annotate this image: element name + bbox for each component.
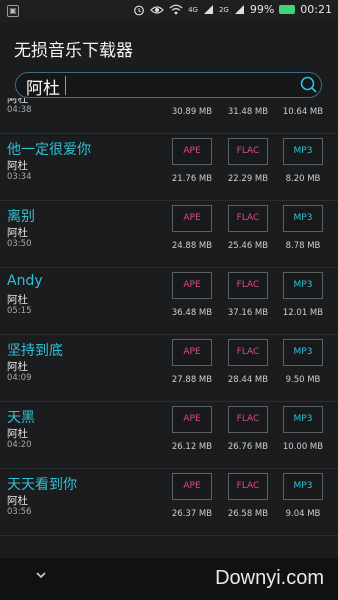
mp3-download-button[interactable]: MP3	[283, 339, 323, 366]
ape-download-button[interactable]: APE	[172, 406, 212, 433]
mp3-file-size: 8.78 MB	[285, 241, 321, 251]
ape-file-size: 36.48 MB	[171, 308, 213, 318]
flac-download-button[interactable]: FLAC	[228, 339, 268, 366]
flac-download-button[interactable]: FLAC	[228, 205, 268, 232]
mp3-file-size: 12.01 MB	[282, 308, 324, 318]
flac-download-button[interactable]: FLAC	[228, 406, 268, 433]
song-row[interactable]: 离别阿杜 03:50 APE 24.88 MB FLAC 25.46 MB MP3 8.78 …	[0, 201, 338, 268]
mp3-file-size: 8.20 MB	[285, 174, 321, 184]
mp3-download-button[interactable]: MP3	[283, 205, 323, 232]
song-artist: 阿杜	[7, 294, 28, 306]
ape-file-size: 26.37 MB	[171, 509, 213, 519]
app-title: 无损音乐下载器	[14, 41, 133, 61]
eye-icon	[150, 5, 164, 14]
text-cursor	[65, 76, 66, 95]
status-icons: 4G 2G 99% 00:21	[133, 3, 332, 16]
flac-download-button[interactable]: FLAC	[228, 138, 268, 165]
song-duration: 05:15	[7, 306, 32, 316]
search-box[interactable]: 阿杜	[15, 72, 322, 99]
mp3-download-button[interactable]: MP3	[283, 138, 323, 165]
song-duration: 03:34	[7, 172, 32, 182]
song-artist: 阿杜	[7, 160, 28, 172]
mp3-download-button[interactable]: MP3	[283, 272, 323, 299]
song-artist: 阿杜	[7, 227, 28, 239]
song-title: 他一定很爱你	[7, 142, 91, 158]
song-artist: 阿杜	[7, 361, 28, 373]
song-duration: 04:38	[7, 105, 32, 115]
flac-file-size: 26.76 MB	[227, 442, 269, 452]
bottom-bar: Downyi.com	[0, 558, 338, 600]
ape-file-size: 30.89 MB	[171, 107, 213, 117]
song-title: 离别	[7, 209, 35, 225]
song-row[interactable]: Andy 阿杜 05:15 APE 36.48 MB FLAC 37.16 MB MP3 12.…	[0, 268, 338, 335]
ape-download-button[interactable]: APE	[172, 138, 212, 165]
app-bar: 无损音乐下载器	[0, 22, 338, 70]
song-duration: 03:56	[7, 507, 32, 517]
signal-icon-2	[234, 5, 244, 14]
search-input[interactable]: 阿杜	[26, 74, 60, 99]
flac-download-button[interactable]: FLAC	[228, 473, 268, 500]
wifi-icon	[169, 4, 183, 15]
ape-download-button[interactable]: APE	[172, 473, 212, 500]
signal-4g-label: 4G	[188, 5, 198, 14]
flac-file-size: 28.44 MB	[227, 375, 269, 385]
ape-file-size: 21.76 MB	[171, 174, 213, 184]
song-list: 撕夜阿杜04:38APE30.89 MBFLAC31.48 MBMP310.64…	[0, 98, 338, 558]
song-row[interactable]: 天黑阿杜 04:20 APE 26.12 MB FLAC 26.76 MB MP3 10.00…	[0, 402, 338, 469]
mp3-file-size: 9.04 MB	[285, 509, 321, 519]
song-duration: 04:20	[7, 440, 32, 450]
ape-download-button[interactable]: APE	[172, 205, 212, 232]
mp3-file-size: 9.50 MB	[285, 375, 321, 385]
app-icon: ▣	[7, 5, 19, 17]
flac-file-size: 37.16 MB	[227, 308, 269, 318]
clock: 00:21	[300, 3, 332, 16]
flac-file-size: 31.48 MB	[227, 107, 269, 117]
watermark: Downyi.com	[215, 567, 324, 589]
song-artist: 阿杜	[7, 428, 28, 440]
ape-file-size: 24.88 MB	[171, 241, 213, 251]
song-duration: 03:50	[7, 239, 32, 249]
flac-file-size: 25.46 MB	[227, 241, 269, 251]
ape-download-button[interactable]: APE	[172, 272, 212, 299]
signal-icon	[203, 5, 213, 14]
song-row[interactable]: 他一定很爱你阿杜 03:34 APE 21.76 MB FLAC 22.29 MB MP3 8…	[0, 134, 338, 201]
song-title: 天天看到你	[7, 477, 77, 493]
alarm-icon	[134, 5, 144, 15]
song-title: 坚持到底	[7, 343, 63, 359]
chevron-down-icon[interactable]	[34, 568, 48, 582]
flac-download-button[interactable]: FLAC	[228, 272, 268, 299]
battery-percent: 99%	[249, 3, 275, 16]
mp3-file-size: 10.64 MB	[282, 107, 324, 117]
status-bar: ▣ 4G 2G 99% 00:21	[0, 0, 338, 22]
flac-file-size: 26.58 MB	[227, 509, 269, 519]
song-artist: 阿杜	[7, 495, 28, 507]
flac-file-size: 22.29 MB	[227, 174, 269, 184]
song-title: Andy	[7, 273, 43, 289]
song-row[interactable]: 天天看到你阿杜 03:56 APE 26.37 MB FLAC 26.58 MB MP3 9.…	[0, 469, 338, 536]
song-title: 天黑	[7, 410, 35, 426]
search-icon[interactable]	[299, 75, 318, 94]
song-duration: 04:09	[7, 373, 32, 383]
signal-2g-label: 2G	[218, 5, 229, 14]
battery-icon	[279, 5, 296, 14]
mp3-download-button[interactable]: MP3	[283, 473, 323, 500]
ape-file-size: 27.88 MB	[171, 375, 213, 385]
song-row[interactable]: 撕夜阿杜04:38APE30.89 MBFLAC31.48 MBMP310.64…	[0, 98, 338, 134]
ape-download-button[interactable]: APE	[172, 339, 212, 366]
song-row[interactable]: 坚持到底阿杜 04:09 APE 27.88 MB FLAC 28.44 MB MP3 9.5…	[0, 335, 338, 402]
mp3-file-size: 10.00 MB	[282, 442, 324, 452]
mp3-download-button[interactable]: MP3	[283, 406, 323, 433]
ape-file-size: 26.12 MB	[171, 442, 213, 452]
